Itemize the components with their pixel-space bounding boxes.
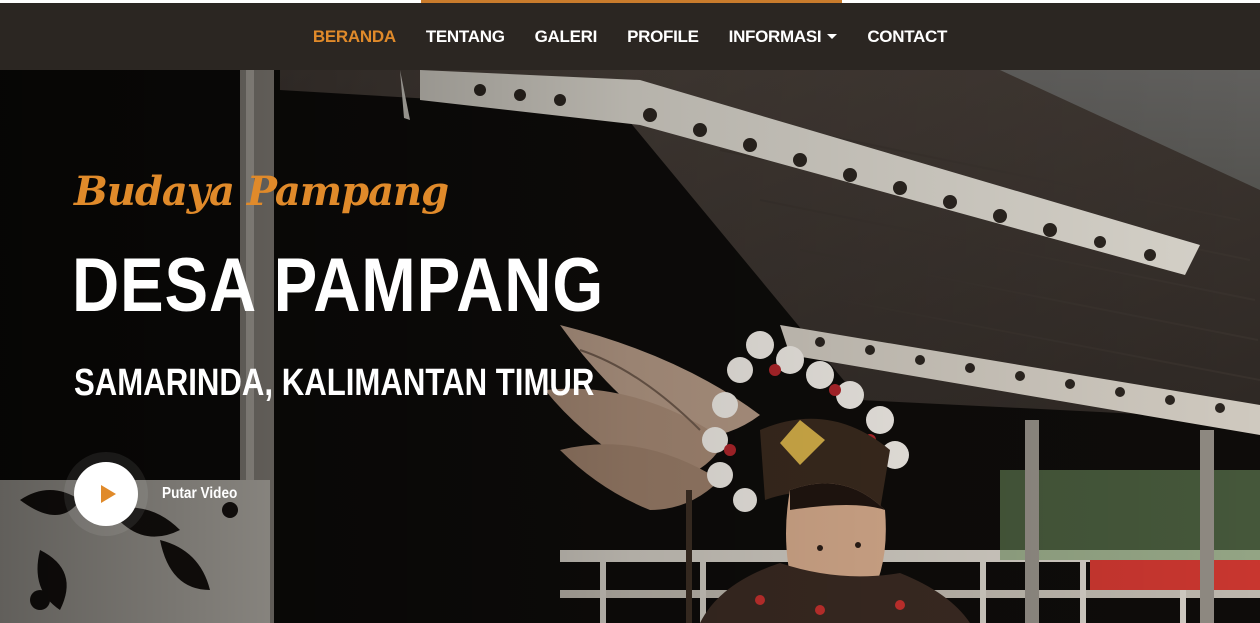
nav-item-informasi[interactable]: INFORMASI	[729, 27, 838, 47]
hero-title: DESA PAMPANG	[72, 243, 605, 328]
chevron-down-icon	[827, 34, 838, 39]
play-icon	[101, 485, 116, 503]
hero-section: Budaya Pampang DESA PAMPANG SAMARINDA, K…	[0, 70, 1260, 623]
hero-tagline: Budaya Pampang	[74, 168, 449, 215]
nav-item-beranda[interactable]: BERANDA	[313, 27, 396, 47]
nav-item-profile[interactable]: PROFILE	[627, 27, 699, 47]
nav-item-galeri[interactable]: GALERI	[535, 27, 598, 47]
hero-subtitle: SAMARINDA, KALIMANTAN TIMUR	[74, 362, 595, 404]
nav-item-informasi-label: INFORMASI	[728, 26, 822, 46]
nav-item-tentang[interactable]: TENTANG	[426, 27, 505, 47]
play-video-group: Putar Video	[74, 462, 251, 526]
play-video-button[interactable]	[74, 462, 138, 526]
main-navbar: BERANDA TENTANG GALERI PROFILE INFORMASI…	[0, 3, 1260, 70]
play-video-label[interactable]: Putar Video	[162, 485, 237, 503]
nav-item-contact[interactable]: CONTACT	[867, 27, 947, 47]
hero-background-image	[0, 70, 1260, 623]
